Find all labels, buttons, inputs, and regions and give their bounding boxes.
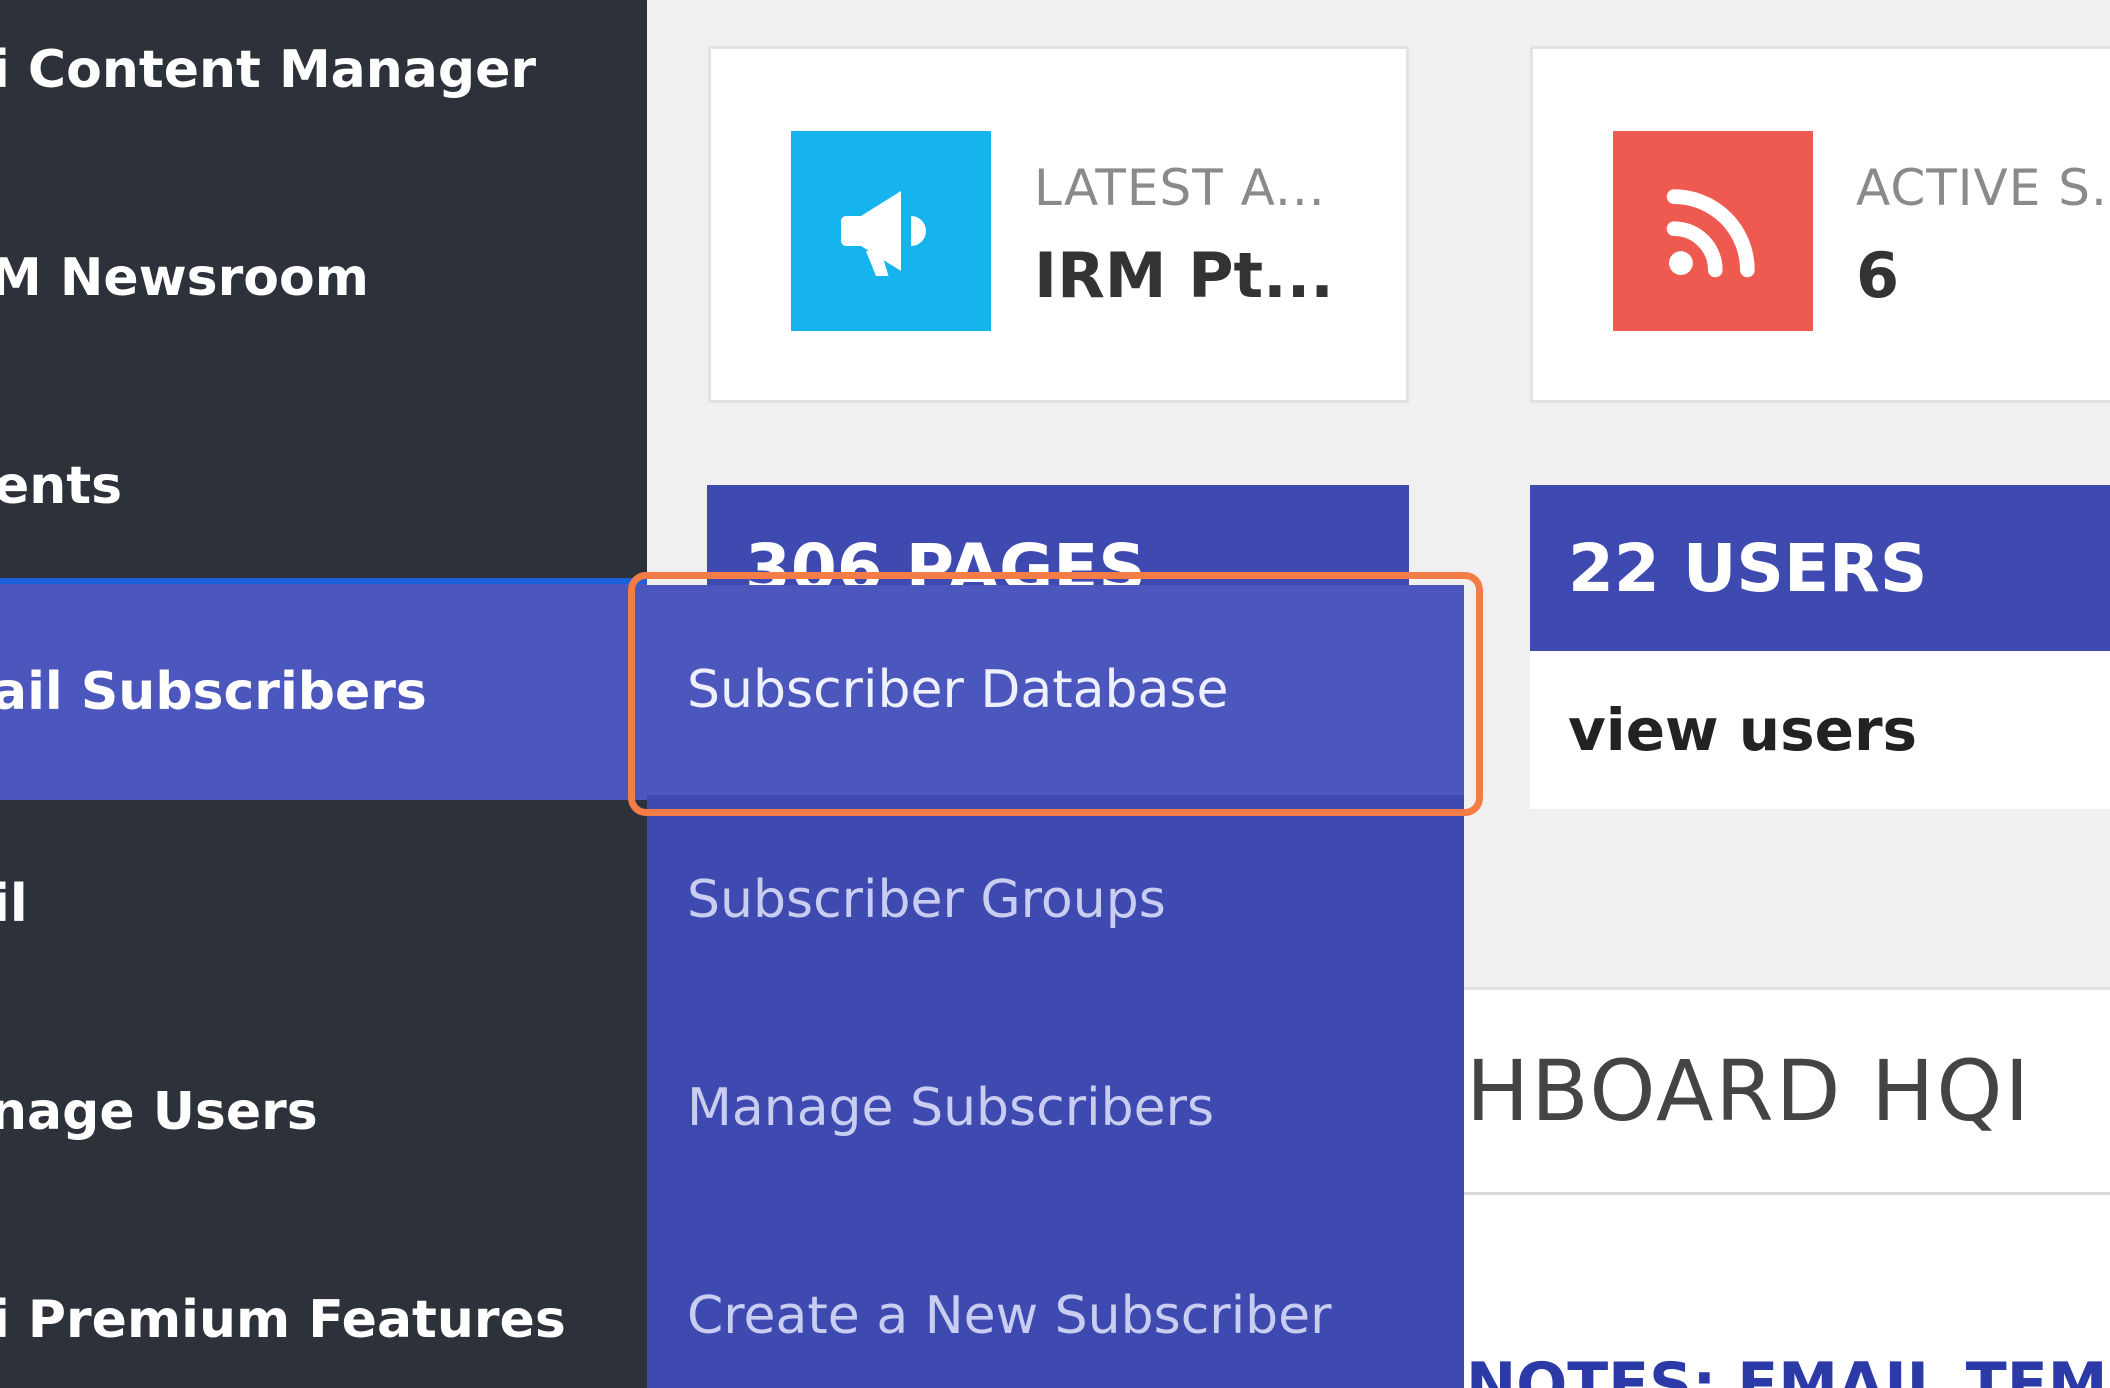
view-users-link[interactable]: view users: [1530, 651, 2110, 809]
sidebar-item-email-subscribers[interactable]: ail Subscribers: [0, 578, 647, 800]
active-subscribers-card[interactable]: ACTIVE S... 6: [1530, 46, 2110, 403]
sidebar-item-content-manager[interactable]: i Content Manager: [0, 0, 647, 174]
sidebar-item-label: ents: [0, 456, 123, 516]
sidebar-item-premium-features[interactable]: i Premium Features: [0, 1216, 647, 1388]
sidebar-item-label: il: [0, 874, 28, 934]
card-label: LATEST A...: [1034, 159, 1326, 217]
subscribers-submenu: Subscriber Database Subscriber Groups Ma…: [647, 585, 1464, 1388]
card-label: ACTIVE S...: [1856, 159, 2110, 217]
submenu-item-manage-subscribers[interactable]: Manage Subscribers: [647, 1003, 1464, 1213]
sidebar-item-label: i Content Manager: [0, 40, 537, 100]
latest-announcement-card[interactable]: LATEST A... IRM Pt...: [708, 46, 1409, 403]
rss-feed-icon: [1613, 131, 1813, 331]
sidebar-item-label: ail Subscribers: [0, 662, 427, 722]
app-root: i Content Manager M Newsroom ents ail Su…: [0, 0, 2110, 1388]
sidebar-item-events[interactable]: ents: [0, 382, 647, 590]
dashboard-notes-heading: NOTES: EMAIL TEMPL: [1466, 1350, 2110, 1388]
sidebar-item-label: i Premium Features: [0, 1290, 566, 1350]
submenu-item-subscriber-database[interactable]: Subscriber Database: [647, 585, 1464, 795]
submenu-item-subscriber-groups[interactable]: Subscriber Groups: [647, 795, 1464, 1005]
submenu-item-create-subscriber[interactable]: Create a New Subscriber: [647, 1211, 1464, 1388]
card-value: 6: [1856, 239, 1900, 312]
users-count-panel[interactable]: 22 USERS: [1530, 485, 2110, 651]
megaphone-icon: [791, 131, 991, 331]
sidebar-item-manage-users[interactable]: nage Users: [0, 1008, 647, 1216]
sidebar-item-newsroom[interactable]: M Newsroom: [0, 174, 647, 382]
dashboard-panel: HBOARD HQI NOTES: EMAIL TEMPL: [1464, 987, 2110, 1388]
sidebar-item-label: M Newsroom: [0, 248, 369, 308]
card-value: IRM Pt...: [1034, 239, 1334, 312]
sidebar-item-label: nage Users: [0, 1082, 318, 1142]
dashboard-title: HBOARD HQI: [1464, 990, 2110, 1195]
sidebar-nav: i Content Manager M Newsroom ents ail Su…: [0, 0, 647, 1388]
sidebar-item-email[interactable]: il: [0, 800, 647, 1008]
users-count: 22 USERS: [1568, 529, 1928, 607]
